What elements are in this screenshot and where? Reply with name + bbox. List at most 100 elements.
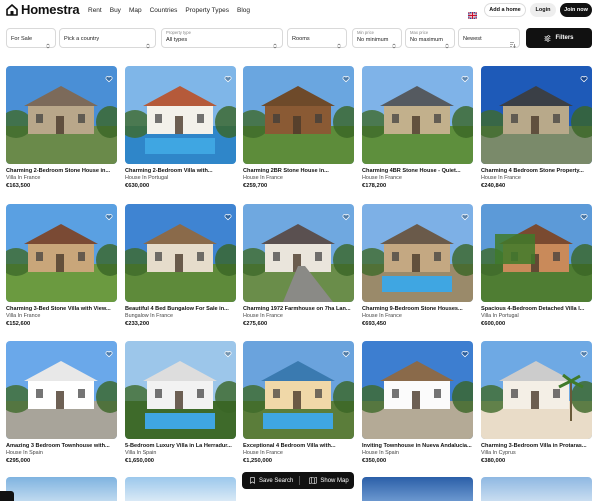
listing-photo[interactable] [243,204,354,302]
add-home-button[interactable]: Add a home [484,3,526,17]
listing-type-select[interactable]: For Sale [6,28,56,49]
listing-title[interactable]: Charming 3-Bed Stone Villa with View... [6,305,117,313]
listing-photo-partial[interactable] [125,477,236,501]
favorite-heart-icon[interactable] [224,208,232,221]
favorite-heart-icon[interactable] [461,345,469,358]
listing-photo[interactable] [125,204,236,302]
listing-price: €350,000 [362,458,387,464]
save-search-button[interactable]: Save Search [242,472,293,489]
listing-title[interactable]: Amazing 3 Bedroom Townhouse with... [6,442,117,450]
favorite-heart-icon[interactable] [342,70,350,83]
listing-photo-partial[interactable] [6,477,117,501]
listing-card[interactable]: Exceptional 4 Bedroom Villa with... Hous… [243,341,354,465]
max-price-select[interactable]: Max price No maximum [405,28,455,49]
listing-title[interactable]: Charming 2-Bedroom Stone House in... [6,167,117,175]
favorite-heart-icon[interactable] [224,70,232,83]
sort-select[interactable]: Newest [458,28,520,48]
favorite-heart-icon[interactable] [580,208,588,221]
listing-card[interactable]: Spacious 4-Bedroom Detached Villa I... V… [481,204,592,328]
listing-card[interactable]: Inviting Townhouse in Nueva Andalucia...… [362,341,473,465]
rooms-placeholder: Rooms [292,35,310,42]
listing-photo-partial[interactable] [362,477,473,501]
listing-title[interactable]: Exceptional 4 Bedroom Villa with... [243,442,354,450]
listing-card[interactable]: Charming 1972 Farmhouse on 7ha Lan... Ho… [243,204,354,328]
listing-card[interactable]: Charming 2BR Stone House in... House In … [243,66,354,190]
nav-countries[interactable]: Countries [150,6,178,15]
nav-rent[interactable]: Rent [88,6,102,15]
property-type-value: All types [166,37,188,43]
listing-title[interactable]: Beautiful 4 Bed Bungalow For Sale in... [125,305,236,313]
min-price-select[interactable]: Min price No minimum [352,28,402,49]
listing-photo[interactable] [362,204,473,302]
listing-card[interactable]: Charming 3-Bedroom Villa in Protaras... … [481,341,592,465]
nav-map[interactable]: Map [129,6,142,15]
house-logo-icon [6,4,18,16]
rooms-select[interactable]: Rooms [287,28,347,49]
listing-photo[interactable] [243,66,354,164]
uk-flag-icon[interactable] [467,6,478,20]
favorite-heart-icon[interactable] [580,345,588,358]
listing-subtitle: Villa In France [6,313,41,319]
nav-property-types[interactable]: Property Types [185,6,229,15]
favorite-heart-icon[interactable] [105,345,113,358]
cookie-settings-button[interactable] [0,491,14,501]
favorite-heart-icon[interactable] [105,70,113,83]
brand-logo[interactable]: Homestra [6,3,80,17]
chevron-updown-icon [391,36,397,49]
listing-card[interactable]: Charming 4 Bedroom Stone Property... Hou… [481,66,592,190]
property-type-select[interactable]: Property type All types [161,28,283,49]
listing-photo-scene [481,341,592,439]
listing-title[interactable]: Charming 3-Bedroom Villa in Protaras... [481,442,592,450]
listing-photo[interactable] [481,341,592,439]
listing-photo-partial[interactable] [481,477,592,501]
listing-photo[interactable] [481,204,592,302]
favorite-heart-icon[interactable] [580,70,588,83]
listing-title[interactable]: Charming 9-Bedroom Stone Houses... [362,305,473,313]
listing-card[interactable]: Charming 9-Bedroom Stone Houses... House… [362,204,473,328]
nav-blog[interactable]: Blog [237,6,250,15]
listing-card[interactable]: Charming 3-Bed Stone Villa with View... … [6,204,117,328]
listing-card[interactable]: Charming 2-Bedroom Stone House in... Vil… [6,66,117,190]
listing-price: €152,600 [6,321,31,327]
chevron-updown-icon [145,36,151,49]
listing-photo[interactable] [481,66,592,164]
country-select[interactable]: Pick a country [59,28,156,49]
listing-title[interactable]: Charming 4 Bedroom Stone Property... [481,167,592,175]
nav-buy[interactable]: Buy [110,6,121,15]
listing-title[interactable]: Spacious 4-Bedroom Detached Villa I... [481,305,592,313]
top-navigation: Homestra Rent Buy Map Countries Property… [0,0,600,22]
favorite-heart-icon[interactable] [342,208,350,221]
listing-title[interactable]: Inviting Townhouse in Nueva Andalucia... [362,442,473,450]
favorite-heart-icon[interactable] [342,345,350,358]
listing-title[interactable]: 5-Bedroom Luxury Villa in La Herradur... [125,442,236,450]
listing-photo[interactable] [6,66,117,164]
listing-photo[interactable] [6,341,117,439]
listing-card[interactable]: Charming 2-Bedroom Villa with... House I… [125,66,236,190]
favorite-heart-icon[interactable] [461,208,469,221]
login-button[interactable]: Login [530,3,556,17]
show-map-button[interactable]: Show Map [302,472,349,489]
listing-photo[interactable] [125,66,236,164]
listing-price: €693,450 [362,321,387,327]
join-now-button[interactable]: Join now [560,3,592,17]
listing-price: €600,000 [481,321,506,327]
filters-button[interactable]: Filters [526,28,592,48]
listing-photo[interactable] [6,204,117,302]
listing-photo[interactable] [243,341,354,439]
listing-photo[interactable] [362,66,473,164]
listing-title[interactable]: Charming 2BR Stone House in... [243,167,354,175]
listing-card[interactable]: 5-Bedroom Luxury Villa in La Herradur...… [125,341,236,465]
listing-card[interactable]: Charming 4BR Stone House - Quiet... Hous… [362,66,473,190]
listing-title[interactable]: Charming 2-Bedroom Villa with... [125,167,236,175]
listing-title[interactable]: Charming 4BR Stone House - Quiet... [362,167,473,175]
favorite-heart-icon[interactable] [105,208,113,221]
listing-photo[interactable] [125,341,236,439]
listing-card[interactable]: Amazing 3 Bedroom Townhouse with... Hous… [6,341,117,465]
listing-photo[interactable] [362,341,473,439]
listing-title[interactable]: Charming 1972 Farmhouse on 7ha Lan... [243,305,354,313]
divider [299,476,301,485]
listing-card[interactable]: Beautiful 4 Bed Bungalow For Sale in... … [125,204,236,328]
listing-photo-scene [362,204,473,302]
favorite-heart-icon[interactable] [224,345,232,358]
favorite-heart-icon[interactable] [461,70,469,83]
